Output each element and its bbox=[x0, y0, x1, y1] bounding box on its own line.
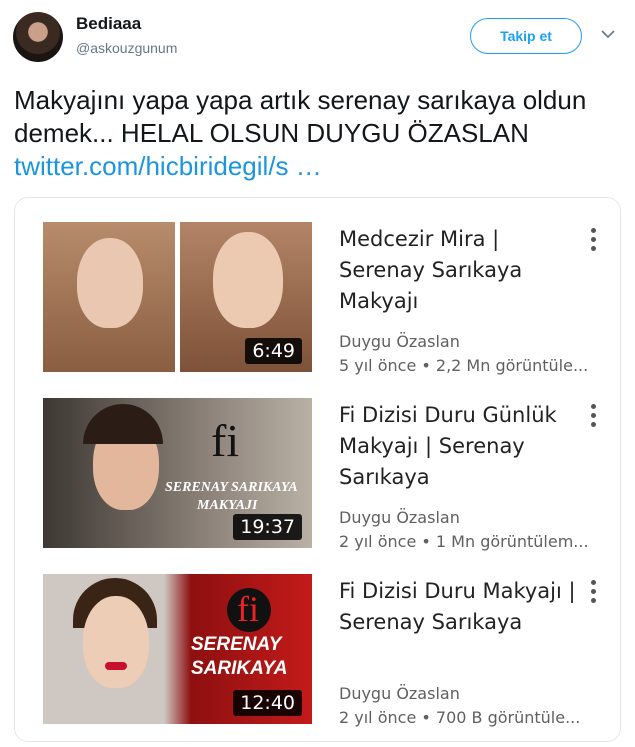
video-meta: 2 yıl önce • 1 Mn görüntülem... bbox=[339, 532, 589, 551]
user-handle[interactable]: @askouzgunum bbox=[76, 40, 177, 56]
more-options-icon[interactable] bbox=[587, 580, 599, 610]
more-options-icon[interactable] bbox=[587, 228, 599, 258]
video-row[interactable]: fi SERENAY SARIKAYA MAKYAJI 19:37 Fi Diz… bbox=[15, 398, 620, 558]
video-channel[interactable]: Duygu Özaslan bbox=[339, 332, 460, 351]
chevron-down-icon[interactable] bbox=[600, 26, 616, 42]
video-duration: 6:49 bbox=[245, 338, 302, 364]
thumbnail-caption: SARIKAYA bbox=[191, 658, 288, 679]
user-name[interactable]: Bediaaa bbox=[76, 14, 141, 34]
youtube-results-card[interactable]: 6:49 Medcezir Mira | Serenay Sarıkaya Ma… bbox=[14, 197, 621, 742]
thumbnail-caption: SERENAY bbox=[191, 634, 282, 655]
thumbnail-caption: SERENAY SARIKAYA bbox=[165, 480, 298, 495]
video-row[interactable]: 6:49 Medcezir Mira | Serenay Sarıkaya Ma… bbox=[15, 222, 620, 382]
video-thumbnail[interactable]: fi SERENAY SARIKAYA 12:40 bbox=[43, 574, 312, 724]
user-avatar[interactable] bbox=[13, 12, 63, 62]
video-meta: 2 yıl önce • 700 B görüntüle... bbox=[339, 708, 581, 727]
video-title[interactable]: Medcezir Mira | Serenay Sarıkaya Makyajı bbox=[339, 224, 579, 317]
more-options-icon[interactable] bbox=[587, 404, 599, 434]
video-duration: 12:40 bbox=[233, 690, 302, 716]
fi-logo: fi bbox=[237, 589, 259, 629]
tweet-link[interactable]: twitter.com/hicbiridegil/s … bbox=[14, 151, 322, 181]
tweet-body: Makyajını yapa yapa artık serenay sarıka… bbox=[14, 85, 587, 148]
video-thumbnail[interactable]: 6:49 bbox=[43, 222, 312, 372]
video-meta: 5 yıl önce • 2,2 Mn görüntüle... bbox=[339, 356, 589, 375]
follow-button[interactable]: Takip et bbox=[470, 18, 582, 54]
video-thumbnail[interactable]: fi SERENAY SARIKAYA MAKYAJI 19:37 bbox=[43, 398, 312, 548]
video-channel[interactable]: Duygu Özaslan bbox=[339, 684, 460, 703]
tweet-text: Makyajını yapa yapa artık serenay sarıka… bbox=[14, 84, 624, 183]
thumbnail-caption: MAKYAJI bbox=[197, 498, 258, 513]
video-row[interactable]: fi SERENAY SARIKAYA 12:40 Fi Dizisi Duru… bbox=[15, 574, 620, 734]
video-title[interactable]: Fi Dizisi Duru Günlük Makyajı | Serenay … bbox=[339, 400, 579, 493]
video-title[interactable]: Fi Dizisi Duru Makyajı | Serenay Sarıkay… bbox=[339, 576, 579, 638]
video-duration: 19:37 bbox=[233, 514, 302, 540]
video-channel[interactable]: Duygu Özaslan bbox=[339, 508, 460, 527]
fi-logo: fi bbox=[211, 415, 240, 466]
